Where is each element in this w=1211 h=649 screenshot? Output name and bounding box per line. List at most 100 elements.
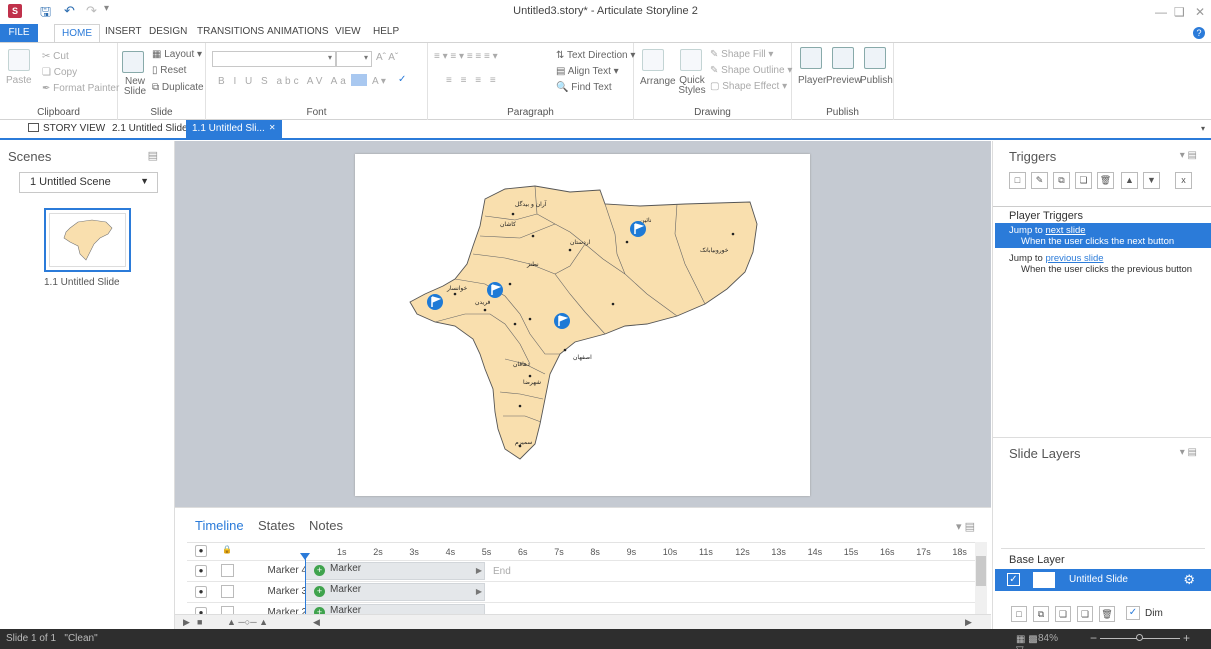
shape-effect-button[interactable]: ▢ Shape Effect ▾ <box>710 81 787 92</box>
publish-icon[interactable] <box>864 47 886 69</box>
shape-fill-button[interactable]: ✎ Shape Fill ▾ <box>710 49 773 60</box>
dim-checkbox[interactable]: ✓ <box>1126 606 1140 620</box>
list-buttons[interactable]: ≡ ▾ ≡ ▾ ≡ ≡ ≡ ▾ <box>434 51 498 62</box>
close-icon[interactable]: ✕ <box>1195 5 1205 19</box>
delete-layer-icon[interactable]: 🗑 <box>1099 606 1115 622</box>
marker-1[interactable] <box>554 313 570 329</box>
text-direction-button[interactable]: ⇅ Text Direction ▾ <box>556 50 635 61</box>
tab-slide-2-1[interactable]: 2.1 Untitled Slide <box>112 123 188 134</box>
reset-button[interactable]: ▯ Reset <box>152 65 186 76</box>
eye-icon[interactable]: ● <box>195 565 207 577</box>
move-down-icon[interactable]: ▼ <box>1143 172 1160 189</box>
trigger-link[interactable]: previous slide <box>1045 253 1103 264</box>
zoom-in-icon[interactable]: + <box>1183 631 1190 645</box>
copy-button[interactable]: ❏ Copy <box>42 67 77 78</box>
tab-overflow-icon[interactable]: ▾ <box>1201 124 1205 133</box>
spell-check-icon[interactable]: ✓ <box>398 74 406 85</box>
pin-icon[interactable]: ▾ ▤ <box>1180 150 1197 161</box>
restore-icon[interactable]: ❑ <box>1174 5 1185 19</box>
tab-view[interactable]: VIEW <box>335 26 361 37</box>
tab-home[interactable]: HOME <box>54 24 100 43</box>
tab-states[interactable]: States <box>258 518 295 533</box>
tab-design[interactable]: DESIGN <box>149 26 187 37</box>
pin-icon[interactable]: ▾ ▤ <box>956 520 975 533</box>
duplicate-button[interactable]: ⧉ Duplicate <box>152 82 204 93</box>
timeline-bar[interactable]: + Marker ▶ <box>305 583 485 601</box>
pin-icon[interactable]: ▾ ▤ <box>1180 447 1197 458</box>
quick-styles-icon[interactable] <box>680 49 702 71</box>
font-color-button[interactable]: A ▾ <box>372 76 386 87</box>
duplicate-layer-icon[interactable]: ⧉ <box>1033 606 1049 622</box>
arrange-button[interactable]: Arrange <box>640 76 676 87</box>
zoom-slider[interactable]: ▲ ─○─ ▲ <box>227 617 268 627</box>
new-trigger-icon[interactable]: □ <box>1009 172 1026 189</box>
new-layer-icon[interactable]: □ <box>1011 606 1027 622</box>
lock-icon[interactable]: 🔒 <box>221 545 233 557</box>
eye-icon[interactable]: ● <box>195 586 207 598</box>
tab-insert[interactable]: INSERT <box>105 26 142 37</box>
marker-3[interactable] <box>487 282 503 298</box>
slide-thumbnail[interactable] <box>44 208 131 272</box>
tab-story-view[interactable]: STORY VIEW <box>28 123 105 134</box>
publish-button[interactable]: Publish <box>860 75 893 86</box>
eye-icon[interactable]: ● <box>195 545 207 557</box>
preview-button[interactable]: Preview <box>826 75 862 86</box>
slide-canvas[interactable]: آران و بیدگل کاشان اردستان نائین خوروبیا… <box>355 154 810 496</box>
minimize-icon[interactable]: — <box>1155 5 1167 19</box>
paste-layer-icon[interactable]: ❏ <box>1077 606 1093 622</box>
new-slide-button[interactable]: New Slide <box>122 77 148 97</box>
find-text-button[interactable]: 🔍 Find Text <box>556 82 612 93</box>
highlight-color-button[interactable] <box>351 74 367 86</box>
trigger-link[interactable]: next slide <box>1045 225 1085 236</box>
visibility-checkbox[interactable]: ✓ <box>1007 573 1020 586</box>
paste-trigger-icon[interactable]: ❏ <box>1075 172 1092 189</box>
scrollbar-thumb[interactable] <box>976 556 986 586</box>
lock-checkbox[interactable] <box>221 585 234 598</box>
grow-font-button[interactable]: Aˆ Aˇ <box>376 52 398 63</box>
timeline-scrollbar[interactable] <box>975 542 987 614</box>
lock-checkbox[interactable] <box>221 564 234 577</box>
player-button[interactable]: Player <box>798 75 826 86</box>
gear-icon[interactable]: ⚙ <box>1183 572 1195 588</box>
shape-outline-button[interactable]: ✎ Shape Outline ▾ <box>710 65 792 76</box>
help-icon[interactable]: ? <box>1193 27 1205 39</box>
scroll-right-icon[interactable]: ▶ <box>965 617 972 628</box>
format-painter-button[interactable]: ✒ Format Painter <box>42 83 119 94</box>
variables-icon[interactable]: x <box>1175 172 1192 189</box>
trigger-item[interactable]: Jump to next slide When the user clicks … <box>995 223 1211 248</box>
align-text-button[interactable]: ▤ Align Text ▾ <box>556 66 619 77</box>
marker-2[interactable] <box>427 294 443 310</box>
quick-styles-button[interactable]: Quick Styles <box>678 76 706 96</box>
zoom-slider-knob[interactable] <box>1136 634 1143 641</box>
new-slide-icon[interactable] <box>122 51 144 73</box>
province-map[interactable]: آران و بیدگل کاشان اردستان نائین خوروبیا… <box>355 154 810 496</box>
close-tab-icon[interactable]: ✕ <box>269 123 276 132</box>
player-icon[interactable] <box>800 47 822 69</box>
paste-icon[interactable] <box>8 49 30 71</box>
marker-4[interactable] <box>630 221 646 237</box>
tab-file[interactable]: FILE <box>0 24 38 42</box>
tab-timeline[interactable]: Timeline <box>195 518 244 533</box>
tab-help[interactable]: HELP <box>373 26 399 37</box>
arrange-icon[interactable] <box>642 49 664 71</box>
scroll-left-icon[interactable]: ◀ <box>313 617 320 628</box>
zoom-out-icon[interactable]: − <box>1090 631 1097 645</box>
layout-button[interactable]: ▦ Layout ▾ <box>152 49 202 60</box>
font-format-buttons[interactable]: B I U S abc AV Aa <box>218 76 349 87</box>
alignment-buttons[interactable]: ≡ ≡ ≡ ≡ <box>446 75 499 86</box>
play-icon[interactable]: ▶ <box>183 617 190 628</box>
font-family-select[interactable]: ▾ <box>212 51 336 67</box>
paste-button[interactable]: Paste <box>6 75 32 86</box>
base-layer-row[interactable]: ✓ Untitled Slide ⚙ <box>995 569 1211 591</box>
tab-slide-1-1[interactable]: 1.1 Untitled Sli... ✕ <box>186 120 282 140</box>
tab-notes[interactable]: Notes <box>309 518 343 533</box>
move-up-icon[interactable]: ▲ <box>1121 172 1138 189</box>
copy-trigger-icon[interactable]: ⧉ <box>1053 172 1070 189</box>
preview-icon[interactable] <box>832 47 854 69</box>
trigger-item[interactable]: Jump to previous slide When the user cli… <box>995 251 1211 276</box>
cut-button[interactable]: ✂ Cut <box>42 51 69 62</box>
tab-transitions[interactable]: TRANSITIONS <box>197 26 264 37</box>
pin-icon[interactable]: ▤ <box>148 149 158 162</box>
scene-select[interactable]: 1 Untitled Scene ▼ <box>19 172 158 193</box>
tab-animations[interactable]: ANIMATIONS <box>267 26 328 37</box>
